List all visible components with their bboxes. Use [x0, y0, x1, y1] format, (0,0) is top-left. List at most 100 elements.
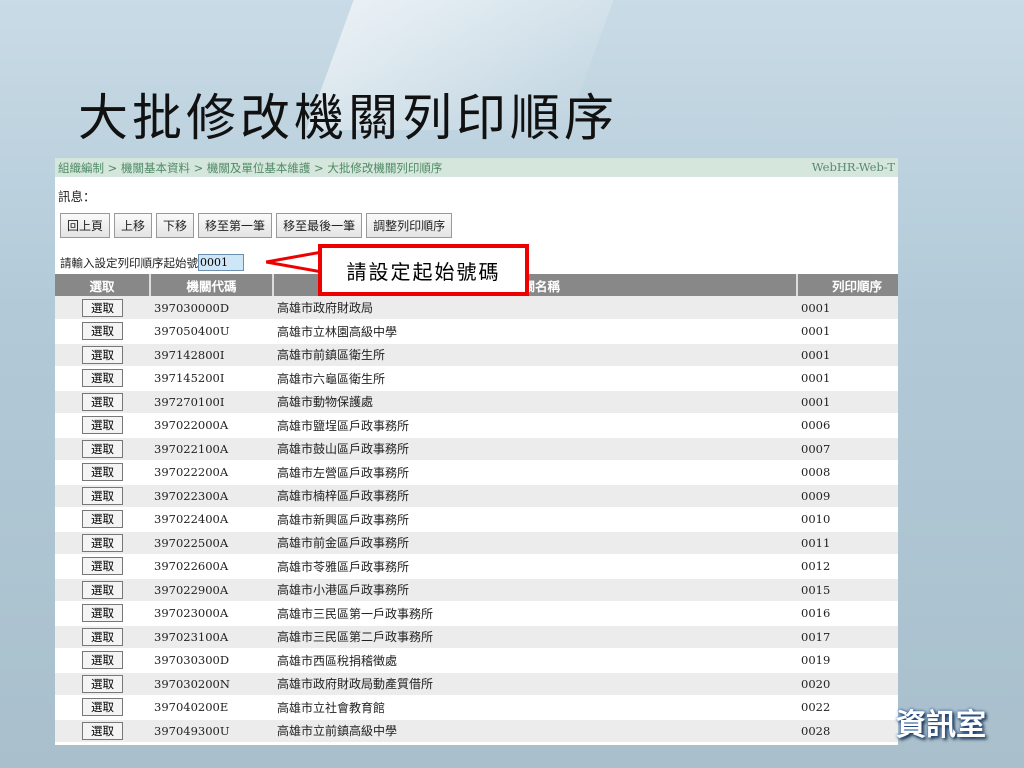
table-row: 選取 397022000A 高雄市鹽埕區戶政事務所 0006 — [55, 413, 898, 438]
table-row: 選取 397023100A 高雄市三民區第二戶政事務所 0017 — [55, 625, 898, 649]
select-cell: 選取 — [55, 413, 150, 438]
move-last-button[interactable]: 移至最後一筆 — [276, 213, 363, 238]
slide-title: 大批修改機關列印順序 — [78, 89, 618, 147]
agency-code: 397022900A — [150, 578, 273, 602]
table-row: 選取 397050400U 高雄市立林園高級中學 0001 — [55, 319, 898, 344]
adjust-order-button[interactable]: 調整列印順序 — [366, 213, 453, 238]
print-order: 0001 — [797, 296, 898, 320]
agency-code: 397030200N — [150, 672, 273, 696]
select-cell: 選取 — [55, 672, 150, 696]
agency-table: 選取 機關代碼 機關名稱 列印順序 選取 397030000D 高雄市政府財政局… — [55, 274, 898, 743]
print-order: 0009 — [797, 484, 898, 508]
agency-name: 高雄市六龜區衛生所 — [273, 366, 797, 391]
select-cell: 選取 — [55, 319, 150, 344]
select-button[interactable]: 選取 — [82, 721, 123, 740]
print-order: 0007 — [797, 437, 898, 461]
select-button[interactable]: 選取 — [82, 392, 123, 411]
table-row: 選取 397022400A 高雄市新興區戶政事務所 0010 — [55, 507, 898, 532]
select-button[interactable]: 選取 — [82, 651, 123, 670]
select-button[interactable]: 選取 — [82, 486, 123, 505]
system-label: WebHR-Web-T — [811, 160, 895, 174]
agency-code: 397022200A — [150, 460, 273, 485]
select-cell: 選取 — [55, 507, 150, 532]
callout-box: 請設定起始號碼 — [318, 244, 529, 296]
select-button[interactable]: 選取 — [82, 510, 123, 529]
table-row: 選取 397142800I 高雄市前鎮區衛生所 0001 — [55, 343, 898, 367]
table-row: 選取 397270100I 高雄市動物保護處 0001 — [55, 390, 898, 414]
print-order: 0019 — [797, 648, 898, 673]
select-cell: 選取 — [55, 601, 150, 626]
print-order: 0001 — [797, 390, 898, 414]
select-button[interactable]: 選取 — [82, 463, 123, 482]
agency-name: 高雄市立林園高級中學 — [273, 319, 797, 344]
agency-code: 397145200I — [150, 366, 273, 391]
agency-name: 高雄市苓雅區戶政事務所 — [273, 554, 797, 579]
select-cell: 選取 — [55, 648, 150, 673]
table-row: 選取 397022200A 高雄市左營區戶政事務所 0008 — [55, 460, 898, 485]
select-cell: 選取 — [55, 554, 150, 579]
agency-name: 高雄市立社會教育館 — [273, 695, 797, 720]
table-row: 選取 397022100A 高雄市鼓山區戶政事務所 0007 — [55, 437, 898, 461]
select-cell: 選取 — [55, 296, 150, 320]
agency-code: 397030000D — [150, 296, 273, 320]
select-cell: 選取 — [55, 343, 150, 367]
agency-code: 397022300A — [150, 484, 273, 508]
table-row: 選取 397145200I 高雄市六龜區衛生所 0001 — [55, 366, 898, 391]
select-button[interactable]: 選取 — [82, 698, 123, 717]
table-row: 選取 397022900A 高雄市小港區戶政事務所 0015 — [55, 578, 898, 602]
select-cell: 選取 — [55, 460, 150, 485]
callout-arrow — [266, 250, 324, 274]
print-order: 0020 — [797, 672, 898, 696]
select-button[interactable]: 選取 — [82, 580, 123, 599]
agency-name: 高雄市鹽埕區戶政事務所 — [273, 413, 797, 438]
print-order: 0001 — [797, 366, 898, 391]
agency-code: 397023100A — [150, 625, 273, 649]
select-cell: 選取 — [55, 719, 150, 743]
select-button[interactable]: 選取 — [82, 369, 123, 388]
select-cell: 選取 — [55, 578, 150, 602]
select-button[interactable]: 選取 — [82, 533, 123, 552]
agency-code: 397022100A — [150, 437, 273, 461]
select-button[interactable]: 選取 — [82, 674, 123, 693]
print-order: 0015 — [797, 578, 898, 602]
select-button[interactable]: 選取 — [82, 416, 123, 435]
agency-name: 高雄市三民區第二戶政事務所 — [273, 625, 797, 649]
agency-name: 高雄市政府財政局動產質借所 — [273, 672, 797, 696]
select-button[interactable]: 選取 — [82, 439, 123, 458]
agency-name: 高雄市前鎮區衛生所 — [273, 343, 797, 367]
agency-name: 高雄市楠梓區戶政事務所 — [273, 484, 797, 508]
start-number-input[interactable] — [198, 254, 244, 271]
agency-code: 397142800I — [150, 343, 273, 367]
agency-code: 397030300D — [150, 648, 273, 673]
select-button[interactable]: 選取 — [82, 345, 123, 364]
agency-code: 397022600A — [150, 554, 273, 579]
select-cell: 選取 — [55, 437, 150, 461]
back-button[interactable]: 回上頁 — [60, 213, 111, 238]
table-row: 選取 397030200N 高雄市政府財政局動產質借所 0020 — [55, 672, 898, 696]
select-button[interactable]: 選取 — [82, 322, 123, 341]
move-down-button[interactable]: 下移 — [156, 213, 195, 238]
select-button[interactable]: 選取 — [82, 298, 123, 317]
agency-name: 高雄市小港區戶政事務所 — [273, 578, 797, 602]
table-row: 選取 397030000D 高雄市政府財政局 0001 — [55, 296, 898, 320]
select-cell: 選取 — [55, 484, 150, 508]
move-first-button[interactable]: 移至第一筆 — [198, 213, 273, 238]
select-button[interactable]: 選取 — [82, 557, 123, 576]
breadcrumb-bar: 組織編制 > 機關基本資料 > 機關及單位基本維護 > 大批修改機關列印順序 W… — [55, 158, 898, 177]
print-order: 0001 — [797, 319, 898, 344]
agency-code: 397050400U — [150, 319, 273, 344]
print-order: 0022 — [797, 695, 898, 720]
toolbar: 回上頁 上移 下移 移至第一筆 移至最後一筆 調整列印順序 — [60, 213, 453, 238]
agency-name: 高雄市立前鎮高級中學 — [273, 719, 797, 743]
select-button[interactable]: 選取 — [82, 627, 123, 646]
agency-name: 高雄市左營區戶政事務所 — [273, 460, 797, 485]
agency-code: 397022500A — [150, 531, 273, 555]
print-order: 0006 — [797, 413, 898, 438]
agency-name: 高雄市政府財政局 — [273, 296, 797, 320]
agency-name: 高雄市動物保護處 — [273, 390, 797, 414]
table-row: 選取 397023000A 高雄市三民區第一戶政事務所 0016 — [55, 601, 898, 626]
move-up-button[interactable]: 上移 — [114, 213, 153, 238]
select-button[interactable]: 選取 — [82, 604, 123, 623]
print-order: 0012 — [797, 554, 898, 579]
select-cell: 選取 — [55, 531, 150, 555]
